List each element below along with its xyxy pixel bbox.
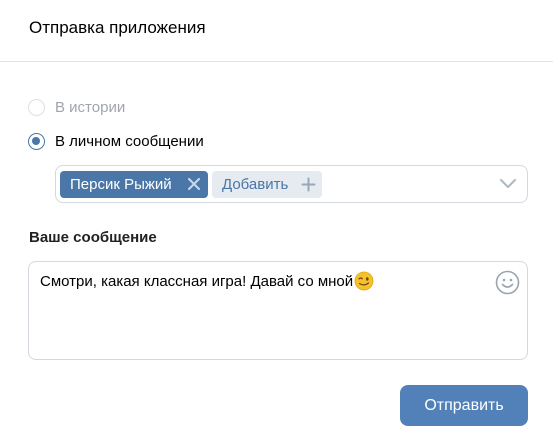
add-recipient-label: Добавить bbox=[222, 176, 289, 193]
dialog-title: Отправка приложения bbox=[29, 18, 206, 37]
dialog-header: Отправка приложения bbox=[0, 0, 553, 62]
chevron-down-icon[interactable] bbox=[499, 178, 517, 190]
recipient-name: Персик Рыжий bbox=[70, 176, 172, 193]
message-text-wrap: Смотри, какая классная игра! Давай со мн… bbox=[40, 271, 374, 291]
message-input[interactable]: Смотри, какая классная игра! Давай со мн… bbox=[28, 261, 528, 360]
option-private-message-label: В личном сообщении bbox=[55, 133, 204, 150]
winking-face-emoji-icon bbox=[354, 271, 374, 291]
option-private-message[interactable]: В личном сообщении bbox=[28, 133, 204, 150]
add-recipient-button[interactable]: Добавить bbox=[212, 171, 322, 198]
radio-story[interactable] bbox=[28, 99, 45, 116]
option-story-label: В истории bbox=[55, 99, 126, 116]
plus-icon bbox=[301, 177, 316, 192]
message-label: Ваше сообщение bbox=[29, 229, 157, 246]
recipient-chip: Персик Рыжий bbox=[60, 171, 208, 198]
recipients-field[interactable]: Персик Рыжий Добавить bbox=[55, 165, 528, 203]
smiley-icon[interactable] bbox=[495, 270, 520, 295]
send-button[interactable]: Отправить bbox=[400, 385, 528, 426]
close-icon[interactable] bbox=[187, 177, 201, 191]
option-story[interactable]: В истории bbox=[28, 99, 125, 116]
radio-private-message[interactable] bbox=[28, 133, 45, 150]
message-text: Смотри, какая классная игра! Давай со мн… bbox=[40, 272, 354, 290]
